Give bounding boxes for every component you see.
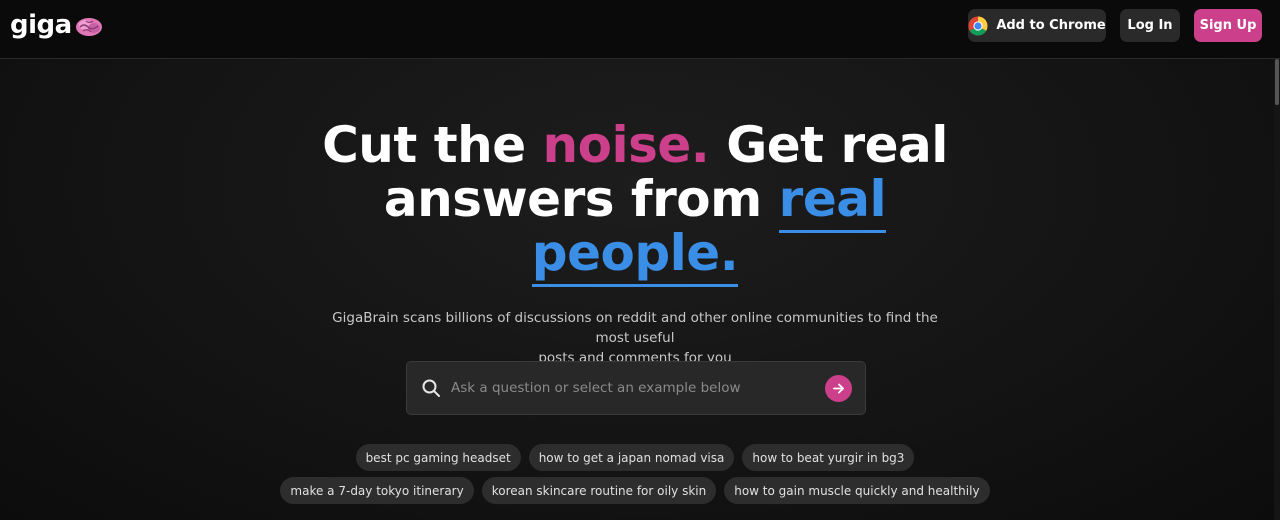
headline-line-1: Cut the noise. Get real [0, 118, 1270, 172]
headline-text: Cut the [322, 116, 543, 174]
example-chip[interactable]: how to gain muscle quickly and healthily [724, 477, 990, 504]
arrow-right-icon [833, 383, 844, 394]
search-box [406, 361, 866, 415]
example-chip[interactable]: how to beat yurgir in bg3 [742, 444, 915, 471]
login-button[interactable]: Log In [1120, 9, 1180, 42]
headline-line-3: people. [0, 224, 1270, 287]
headline-highlight-noise: noise. [542, 116, 710, 174]
signup-button[interactable]: Sign Up [1194, 9, 1262, 42]
scrollbar-thumb[interactable] [1275, 59, 1279, 105]
add-to-chrome-label: Add to Chrome [996, 18, 1106, 33]
brain-icon [75, 18, 102, 36]
hero-subtitle: GigaBrain scans billions of discussions … [325, 308, 945, 368]
logo[interactable]: giga [10, 10, 104, 40]
example-chip[interactable]: how to get a japan nomad visa [528, 444, 735, 471]
add-to-chrome-button[interactable]: Add to Chrome [968, 9, 1106, 42]
subtitle-line-1: GigaBrain scans billions of discussions … [332, 310, 938, 346]
example-chip[interactable]: best pc gaming headset [355, 444, 521, 471]
scrollbar[interactable] [1274, 59, 1280, 520]
example-chip[interactable]: make a 7-day tokyo itinerary [280, 477, 474, 504]
chrome-icon [968, 16, 988, 35]
headline-text: Get real [709, 116, 948, 174]
hero-section: Cut the noise. Get real answers from rea… [0, 118, 1270, 287]
search-icon [422, 379, 440, 397]
logo-text: giga [10, 10, 72, 40]
headline-highlight-people: people. [531, 224, 739, 287]
search-input[interactable] [451, 362, 811, 414]
search-submit-button[interactable] [825, 375, 852, 402]
headline-highlight-real: real [778, 170, 887, 233]
nav-actions: Add to Chrome Log In Sign Up [968, 9, 1262, 42]
example-chips-row-2: make a 7-day tokyo itinerary korean skin… [0, 477, 1270, 504]
headline-text: answers from [383, 170, 779, 228]
example-chip[interactable]: korean skincare routine for oily skin [481, 477, 717, 504]
top-nav-bar: giga Add to Chrome Log In Sign Up [0, 0, 1280, 59]
headline-line-2: answers from real [0, 170, 1270, 233]
example-chips-row-1: best pc gaming headset how to get a japa… [0, 444, 1270, 471]
hero-headline: Cut the noise. Get real answers from rea… [0, 118, 1270, 287]
